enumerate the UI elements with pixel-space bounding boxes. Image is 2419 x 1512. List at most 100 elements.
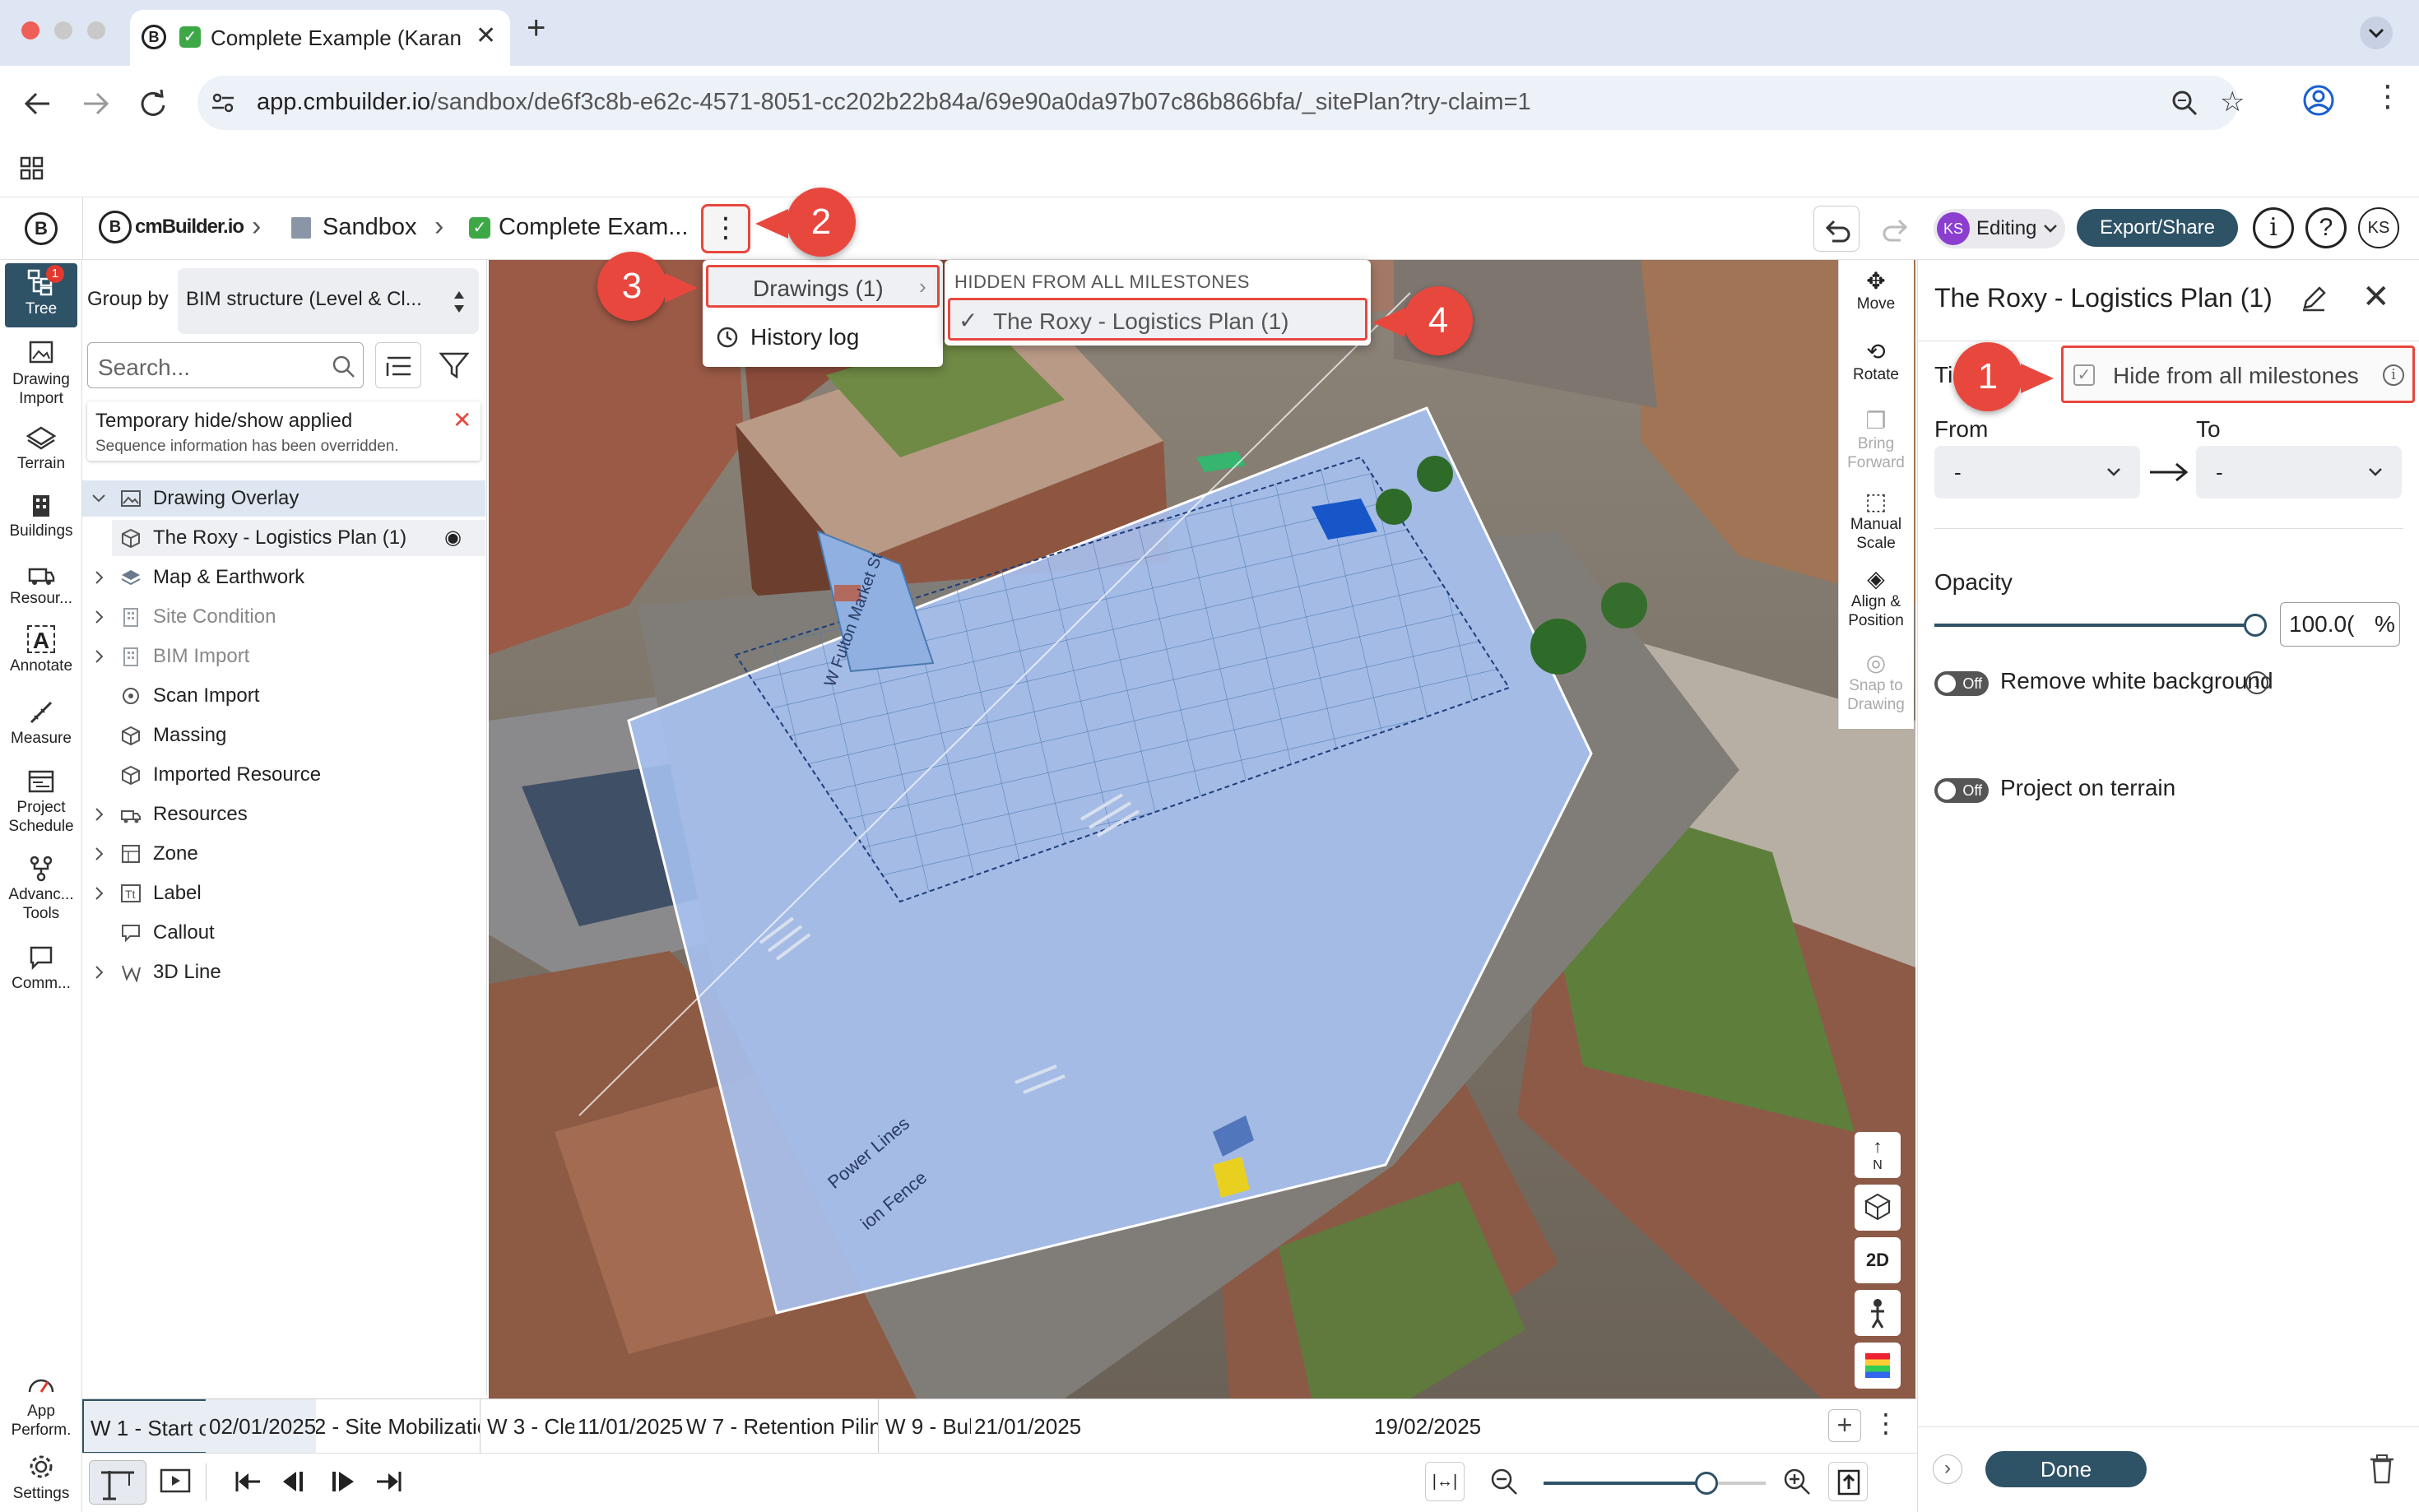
tab-search-button[interactable] [2360, 16, 2393, 49]
tree-item[interactable]: Massing [82, 717, 485, 754]
account-avatar[interactable]: KS [2358, 207, 2399, 248]
timeline-zoom-slider[interactable] [1544, 1472, 1766, 1495]
project-on-terrain-toggle[interactable]: Off [1934, 778, 1989, 803]
zoom-page-icon[interactable] [2171, 89, 2198, 117]
editing-mode-dropdown[interactable]: KS Editing [1934, 209, 2065, 248]
help-icon[interactable]: ? [2305, 207, 2347, 248]
opacity-slider-track[interactable] [1934, 614, 2267, 637]
rail-project-schedule-button[interactable]: Project Schedule [0, 767, 82, 836]
timeline-menu-icon[interactable]: ⋮ [1873, 1408, 1899, 1439]
forward-arrow-icon[interactable] [79, 87, 112, 120]
rail-resources-button[interactable]: Resour... [0, 558, 82, 608]
undo-button[interactable] [1813, 206, 1860, 252]
tree-item[interactable]: Site Condition [82, 599, 485, 635]
close-window-dot[interactable] [21, 21, 39, 39]
export-share-button[interactable]: Export/Share [2077, 209, 2238, 247]
chevron-right-icon[interactable] [91, 648, 107, 665]
skip-to-end-icon[interactable] [374, 1468, 403, 1495]
rail-annotate-button[interactable]: A Annotate [0, 625, 82, 675]
apps-grid-icon[interactable] [20, 156, 44, 181]
remove-white-background-toggle[interactable]: Off [1934, 671, 1989, 696]
breadcrumb-sandbox[interactable]: Sandbox [323, 214, 417, 241]
add-milestone-button[interactable]: + [1828, 1409, 1861, 1442]
pedestrian-view-button[interactable] [1855, 1290, 1901, 1336]
tree-item[interactable]: BIM Import [82, 638, 485, 675]
back-arrow-icon[interactable] [21, 87, 54, 120]
profile-icon[interactable] [2301, 82, 2337, 118]
browser-tab[interactable]: B ✓ Complete Example (Karan ✕ [130, 10, 510, 66]
tree-item-child[interactable]: The Roxy - Logistics Plan (1) ◉ [112, 520, 485, 556]
chevron-right-icon[interactable] [91, 609, 107, 625]
tree-item[interactable]: Tt Label [82, 875, 485, 911]
rail-terrain-button[interactable]: Terrain [0, 423, 82, 473]
menu-item-drawings[interactable]: Drawings (1) › [706, 265, 940, 308]
toggle-2d-button[interactable]: 2D [1855, 1237, 1901, 1283]
edit-pencil-icon[interactable] [2300, 285, 2328, 313]
skip-to-start-icon[interactable] [234, 1468, 263, 1495]
info-icon[interactable]: i [2245, 671, 2268, 694]
overlay-tool-move[interactable]: ✥ Move [1840, 268, 1912, 313]
3d-viewport[interactable]: W Fulton Market St Power Lines ion Fence… [489, 260, 1915, 1398]
overlay-tool-bring-forward[interactable]: ❐ Bring Forward [1840, 408, 1912, 472]
menu-item-history-log[interactable]: History log [706, 314, 940, 360]
chevron-down-icon[interactable] [91, 490, 107, 507]
url-text[interactable]: app.cmbuilder.io/sandbox/de6f3c8b-e62c-4… [257, 89, 1531, 116]
bookmark-star-icon[interactable]: ☆ [2220, 86, 2245, 118]
zoom-slider-thumb[interactable] [1695, 1472, 1718, 1495]
milestone-segment[interactable]: W 7 - Retention Piling [680, 1399, 879, 1454]
overlay-tool-align-position[interactable]: ◈ Align & Position [1840, 566, 1912, 630]
tree-item[interactable]: Drawing Overlay [82, 480, 485, 517]
chevron-right-icon[interactable] [91, 806, 107, 823]
north-arrow-button[interactable]: ↑ N [1855, 1132, 1901, 1178]
sort-button[interactable] [375, 342, 421, 388]
close-panel-icon[interactable]: ✕ [2362, 278, 2390, 316]
step-back-icon[interactable] [280, 1468, 309, 1495]
rail-buildings-button[interactable]: Buildings [0, 490, 82, 540]
rail-app-performance-button[interactable]: App Perform. [0, 1371, 82, 1440]
minimize-window-dot[interactable] [54, 21, 72, 39]
submenu-item-roxy-plan[interactable]: ✓ The Roxy - Logistics Plan (1) [948, 298, 1367, 341]
opacity-input[interactable]: 100.0( % [2280, 602, 2400, 647]
tree-item[interactable]: Imported Resource [82, 757, 485, 793]
app-logo-icon[interactable]: B [25, 212, 58, 245]
tree-item[interactable]: Scan Import [82, 678, 485, 714]
redo-button[interactable] [1873, 206, 1919, 252]
site-plan-view-button[interactable] [89, 1460, 146, 1505]
project-more-menu-button[interactable]: ⋮ [701, 204, 750, 253]
rail-advanced-tools-button[interactable]: Advanc... Tools [0, 854, 82, 923]
tree-item[interactable]: 3D Line [82, 954, 485, 990]
overlay-tool-snap-to-drawing[interactable]: ◎ Snap to Drawing [1840, 650, 1912, 714]
rail-tree-button[interactable]: Tree 1 [5, 263, 77, 327]
color-legend-button[interactable] [1855, 1343, 1901, 1389]
overlay-tool-manual-scale[interactable]: ⬚ Manual Scale [1840, 489, 1912, 553]
overlay-tool-rotate[interactable]: ⟲ Rotate [1840, 339, 1912, 384]
done-button[interactable]: Done [1985, 1451, 2147, 1487]
from-milestone-select[interactable]: - [1934, 446, 2140, 499]
tree-item[interactable]: Resources [82, 796, 485, 833]
chevron-right-icon[interactable] [91, 964, 107, 981]
close-tab-icon[interactable]: ✕ [476, 21, 496, 50]
info-icon[interactable]: i [2253, 207, 2294, 248]
opacity-slider-thumb[interactable] [2244, 614, 2267, 637]
view-cube-button[interactable] [1855, 1185, 1901, 1231]
presentation-icon[interactable] [158, 1465, 194, 1498]
rail-measure-button[interactable]: Measure [0, 698, 82, 748]
fit-timeline-button[interactable]: |↔| [1425, 1462, 1465, 1501]
to-milestone-select[interactable]: - [2196, 446, 2402, 499]
tree-item[interactable]: Map & Earthwork [82, 559, 485, 596]
breadcrumb-project[interactable]: Complete Exam... [499, 214, 688, 241]
filter-button[interactable] [431, 342, 477, 388]
visibility-eye-icon[interactable]: ◉ [444, 520, 462, 556]
rail-settings-button[interactable]: Settings [0, 1453, 82, 1503]
clear-override-icon[interactable]: ✕ [453, 406, 471, 434]
rail-drawing-import-button[interactable]: Drawing Import [0, 339, 82, 408]
zoom-in-icon[interactable] [1782, 1467, 1812, 1496]
hide-from-milestones-checkbox[interactable]: ✓ Hide from all milestones i [2061, 346, 2415, 403]
info-icon[interactable]: i [2383, 364, 2404, 386]
reload-icon[interactable] [137, 87, 169, 120]
tree-search-input[interactable]: Search... [87, 342, 364, 388]
rail-comments-button[interactable]: Comm... [0, 943, 82, 993]
chevron-right-icon[interactable] [91, 569, 107, 586]
tree-item[interactable]: Callout [82, 915, 485, 951]
trash-icon[interactable] [2367, 1453, 2397, 1486]
